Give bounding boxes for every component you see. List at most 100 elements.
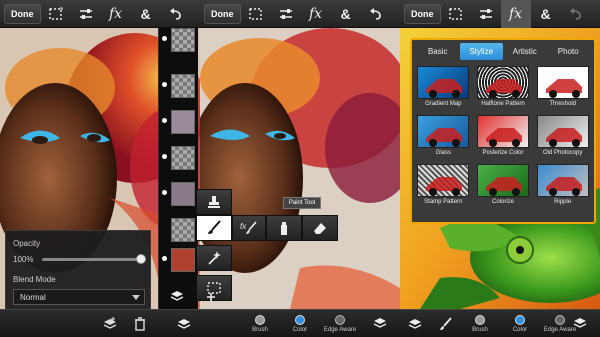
selection-icon[interactable] — [41, 0, 71, 28]
spray-tool-button[interactable] — [266, 215, 302, 241]
layer-visibility-dot[interactable] — [162, 118, 167, 123]
effect-label: Gradient Map — [425, 101, 462, 107]
effect-label: Ripple — [554, 199, 572, 205]
adjustments-icon[interactable] — [471, 0, 501, 28]
layers-icon[interactable] — [162, 282, 192, 310]
brush-label: Brush — [472, 326, 488, 333]
opacity-slider-knob[interactable] — [136, 254, 146, 264]
layer-thumbnail[interactable] — [171, 28, 195, 52]
fx-brush-button[interactable]: fx — [232, 215, 266, 241]
paintbrush-icon[interactable] — [430, 310, 460, 337]
effect-label: Stamp Pattern — [424, 199, 463, 205]
color-swatch-icon — [515, 314, 525, 325]
effects-icon[interactable]: fx — [500, 0, 531, 28]
stamp-tool-button[interactable] — [196, 189, 232, 215]
layer-visibility-dot[interactable] — [162, 82, 167, 87]
paint-tool-button[interactable] — [196, 215, 232, 241]
edge-aware-icon — [335, 314, 345, 325]
effect-glass[interactable]: Glass — [416, 115, 471, 159]
magic-wand-button[interactable] — [196, 245, 232, 271]
tab-photo[interactable]: Photo — [547, 43, 591, 60]
effects-tabs: Basic Stylize Artistic Photo — [416, 43, 590, 60]
layers-icon[interactable] — [400, 310, 430, 337]
undo-icon[interactable] — [561, 0, 591, 28]
effects-icon[interactable]: fx — [101, 0, 131, 28]
effects-gallery: Basic Stylize Artistic Photo Gradient Map Ha… — [410, 38, 596, 224]
tab-stylize[interactable]: Stylize — [459, 43, 503, 60]
effect-label: Old Photocopy — [542, 150, 583, 156]
tab-artistic[interactable]: Artistic — [503, 43, 547, 60]
done-button[interactable]: Done — [4, 3, 41, 24]
layers-icon[interactable] — [169, 310, 199, 337]
adjustments-icon[interactable] — [71, 0, 101, 28]
selection-icon[interactable] — [241, 0, 271, 28]
effects-icon[interactable]: fx — [301, 0, 331, 28]
edge-aware-tool[interactable]: Edge Aware — [320, 310, 360, 337]
selection-icon[interactable] — [441, 0, 471, 28]
undo-icon[interactable] — [161, 0, 191, 28]
blend-mode-value: Normal — [20, 292, 46, 302]
opacity-label: Opacity — [13, 239, 41, 248]
layer-thumbnail[interactable] — [171, 74, 195, 98]
color-tool[interactable]: Color — [280, 310, 320, 337]
opacity-slider[interactable] — [42, 254, 146, 264]
effect-thumbnail — [417, 115, 470, 148]
effect-thumbnail — [536, 115, 589, 148]
effect-label: Glass — [435, 150, 451, 156]
done-button[interactable]: Done — [204, 3, 241, 24]
effect-thumbnail — [417, 66, 470, 99]
layers-icon[interactable] — [565, 309, 595, 337]
paint-tool-tooltip: Paint Tool — [283, 197, 321, 209]
stamp-icon — [208, 196, 220, 208]
effect-thumbnail — [476, 164, 529, 197]
effect-thumbnail — [476, 66, 529, 99]
layer-thumbnail[interactable] — [171, 218, 195, 242]
effect-colorize[interactable]: Colorize — [476, 164, 531, 208]
svg-text:fx: fx — [240, 222, 247, 231]
trash-icon[interactable] — [125, 310, 155, 337]
layer-thumbnail[interactable] — [171, 110, 195, 134]
eraser-tool-button[interactable] — [302, 215, 338, 241]
brush-tool[interactable]: Brush — [460, 310, 500, 337]
spray-can-icon — [281, 222, 287, 235]
layer-visibility-dot[interactable] — [162, 190, 167, 195]
effect-halftone-pattern[interactable]: Halftone Pattern — [476, 66, 531, 110]
opacity-value: 100% — [13, 255, 34, 264]
layer-thumbnail[interactable] — [171, 146, 195, 170]
tab-basic[interactable]: Basic — [416, 43, 460, 60]
brush-label: Brush — [252, 326, 268, 333]
blend-mode-select[interactable]: Normal — [13, 289, 145, 305]
layer-properties-panel: Opacity 100% Blend Mode Normal — [5, 230, 151, 310]
merge-layers-icon[interactable] — [95, 310, 125, 337]
layer-thumbnail[interactable] — [171, 182, 195, 206]
effect-threshold[interactable]: Threshold — [535, 66, 590, 110]
effect-old-photocopy[interactable]: Old Photocopy — [535, 115, 590, 159]
top-toolbar: Done fx & — [400, 0, 600, 28]
edge-aware-label: Edge Aware — [323, 326, 357, 333]
layers-blend-icon[interactable]: & — [131, 0, 161, 28]
layer-visibility-dot[interactable] — [162, 36, 167, 41]
effect-thumbnail — [536, 164, 589, 197]
effect-stamp-pattern[interactable]: Stamp Pattern — [416, 164, 471, 208]
effect-thumbnail — [476, 115, 529, 148]
layers-blend-icon[interactable]: & — [531, 0, 561, 28]
plus-icon — [207, 293, 215, 301]
color-tool[interactable]: Color — [500, 310, 540, 337]
bottom-toolbar — [0, 309, 200, 337]
layers-icon[interactable] — [365, 309, 395, 337]
effect-ripple[interactable]: Ripple — [535, 164, 590, 208]
top-toolbar: Done fx & — [200, 0, 400, 28]
adjustments-icon[interactable] — [271, 0, 301, 28]
layers-blend-icon[interactable]: & — [331, 0, 361, 28]
layer-visibility-dot[interactable] — [162, 154, 167, 159]
layer-thumbnail[interactable] — [171, 248, 195, 272]
layer-visibility-dot[interactable] — [162, 256, 167, 261]
effect-posterize-color[interactable]: Posterize Color — [476, 115, 531, 159]
brush-tool[interactable]: Brush — [240, 310, 280, 337]
color-label: Color — [292, 326, 308, 333]
add-layer-button[interactable] — [198, 284, 224, 310]
effect-gradient-map[interactable]: Gradient Map — [416, 66, 471, 110]
undo-icon[interactable] — [361, 0, 391, 28]
effects-grid: Gradient Map Halftone Pattern Threshold Gla… — [416, 66, 590, 208]
done-button[interactable]: Done — [404, 3, 441, 24]
